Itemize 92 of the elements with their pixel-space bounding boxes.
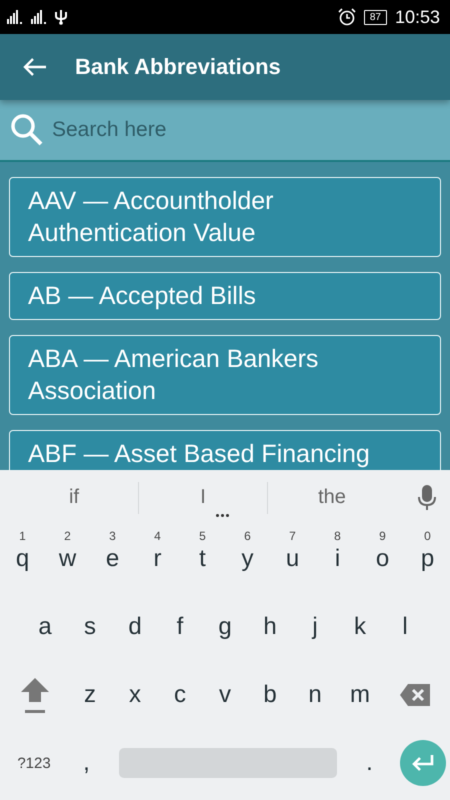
enter-key[interactable] — [400, 740, 446, 786]
letter-key[interactable]: f — [158, 593, 202, 661]
suggestion[interactable]: I — [139, 485, 267, 510]
back-button[interactable] — [23, 57, 47, 77]
letter-key[interactable]: 1 q — [0, 525, 45, 593]
back-arrow-icon — [23, 57, 47, 77]
key-label: d — [128, 613, 142, 641]
key-label: e — [106, 545, 120, 573]
letter-key[interactable]: n — [292, 661, 338, 729]
key-hint: 2 — [64, 529, 71, 543]
backspace-icon — [399, 683, 431, 707]
letter-key[interactable]: c — [158, 661, 202, 729]
key-label: t — [199, 545, 206, 573]
symbols-key[interactable]: ?123 — [4, 729, 64, 797]
letter-key[interactable]: 8 i — [315, 525, 360, 593]
letter-key[interactable]: j — [292, 593, 338, 661]
signal-icon — [7, 10, 23, 24]
key-label: j — [312, 613, 318, 641]
shift-icon — [19, 676, 51, 714]
letter-key[interactable]: 5 t — [180, 525, 225, 593]
key-label: r — [154, 545, 162, 573]
key-label: a — [38, 613, 52, 641]
letter-key[interactable]: 9 o — [360, 525, 405, 593]
letter-key[interactable]: s — [68, 593, 112, 661]
key-label: k — [354, 613, 366, 641]
search-icon — [10, 113, 44, 147]
letter-key[interactable]: , — [64, 729, 109, 797]
key-hint: 4 — [154, 529, 161, 543]
microphone-icon[interactable] — [418, 484, 436, 510]
key-hint: 0 — [424, 529, 431, 543]
key-label: y — [242, 545, 254, 573]
abbreviation-item[interactable]: ABF — Asset Based Financing — [9, 430, 441, 470]
key-label: x — [129, 681, 141, 709]
suggestion[interactable]: the — [268, 485, 396, 510]
key-label: c — [174, 681, 186, 709]
search-input[interactable]: Search here — [50, 117, 444, 143]
key-hint: 7 — [289, 529, 296, 543]
key-label: l — [402, 613, 408, 641]
enter-icon — [411, 754, 435, 772]
key-hint: 1 — [19, 529, 26, 543]
abbreviation-item[interactable]: AAV — Accountholder Authentication Value — [9, 177, 441, 257]
letter-key[interactable]: g — [202, 593, 248, 661]
key-label: g — [218, 613, 232, 641]
key-label: p — [420, 545, 434, 573]
key-label: q — [16, 545, 30, 573]
battery-level: 87 — [364, 10, 387, 24]
suggestion[interactable]: if — [10, 485, 138, 510]
key-label: . — [366, 749, 373, 777]
key-hint: 6 — [244, 529, 251, 543]
key-label: n — [308, 681, 322, 709]
key-label: u — [286, 545, 300, 573]
letter-key[interactable]: . — [347, 729, 392, 797]
letter-key[interactable]: 0 p — [405, 525, 450, 593]
abbreviation-item[interactable]: AB — Accepted Bills — [9, 272, 441, 320]
key-label: h — [263, 613, 277, 641]
letter-key[interactable]: m — [338, 661, 382, 729]
key-label: i — [334, 545, 340, 573]
letter-key[interactable]: 4 r — [135, 525, 180, 593]
key-label: s — [84, 613, 96, 641]
signal-icon — [31, 10, 47, 24]
key-hint: 3 — [109, 529, 116, 543]
key-label: z — [84, 681, 96, 709]
letter-key[interactable]: l — [382, 593, 428, 661]
key-hint: 5 — [199, 529, 206, 543]
key-hint: 9 — [379, 529, 386, 543]
key-label: w — [58, 545, 76, 573]
more-dots-icon — [216, 514, 229, 517]
letter-key[interactable]: z — [68, 661, 112, 729]
letter-key[interactable]: k — [338, 593, 382, 661]
letter-key[interactable]: 6 y — [225, 525, 270, 593]
usb-icon — [55, 9, 67, 25]
letter-key[interactable]: d — [112, 593, 158, 661]
key-label: f — [176, 613, 184, 641]
letter-key[interactable]: x — [112, 661, 158, 729]
key-hint: 8 — [334, 529, 341, 543]
screen-title: Bank Abbreviations — [75, 54, 281, 80]
letter-key[interactable]: b — [248, 661, 292, 729]
key-label: m — [350, 681, 370, 709]
key-label: b — [263, 681, 277, 709]
key-label: , — [83, 749, 90, 777]
letter-key[interactable]: v — [202, 661, 248, 729]
letter-key[interactable]: 3 e — [90, 525, 135, 593]
abbreviation-item[interactable]: ABA — American Bankers Association — [9, 335, 441, 415]
letter-key[interactable]: h — [248, 593, 292, 661]
letter-key[interactable]: a — [22, 593, 68, 661]
letter-key[interactable]: 7 u — [270, 525, 315, 593]
search-field[interactable]: Search here — [0, 100, 450, 162]
alarm-icon — [338, 8, 356, 26]
key-label: o — [376, 545, 390, 573]
letter-key[interactable]: 2 w — [45, 525, 90, 593]
key-label: v — [219, 681, 231, 709]
clock-time: 10:53 — [394, 6, 440, 28]
